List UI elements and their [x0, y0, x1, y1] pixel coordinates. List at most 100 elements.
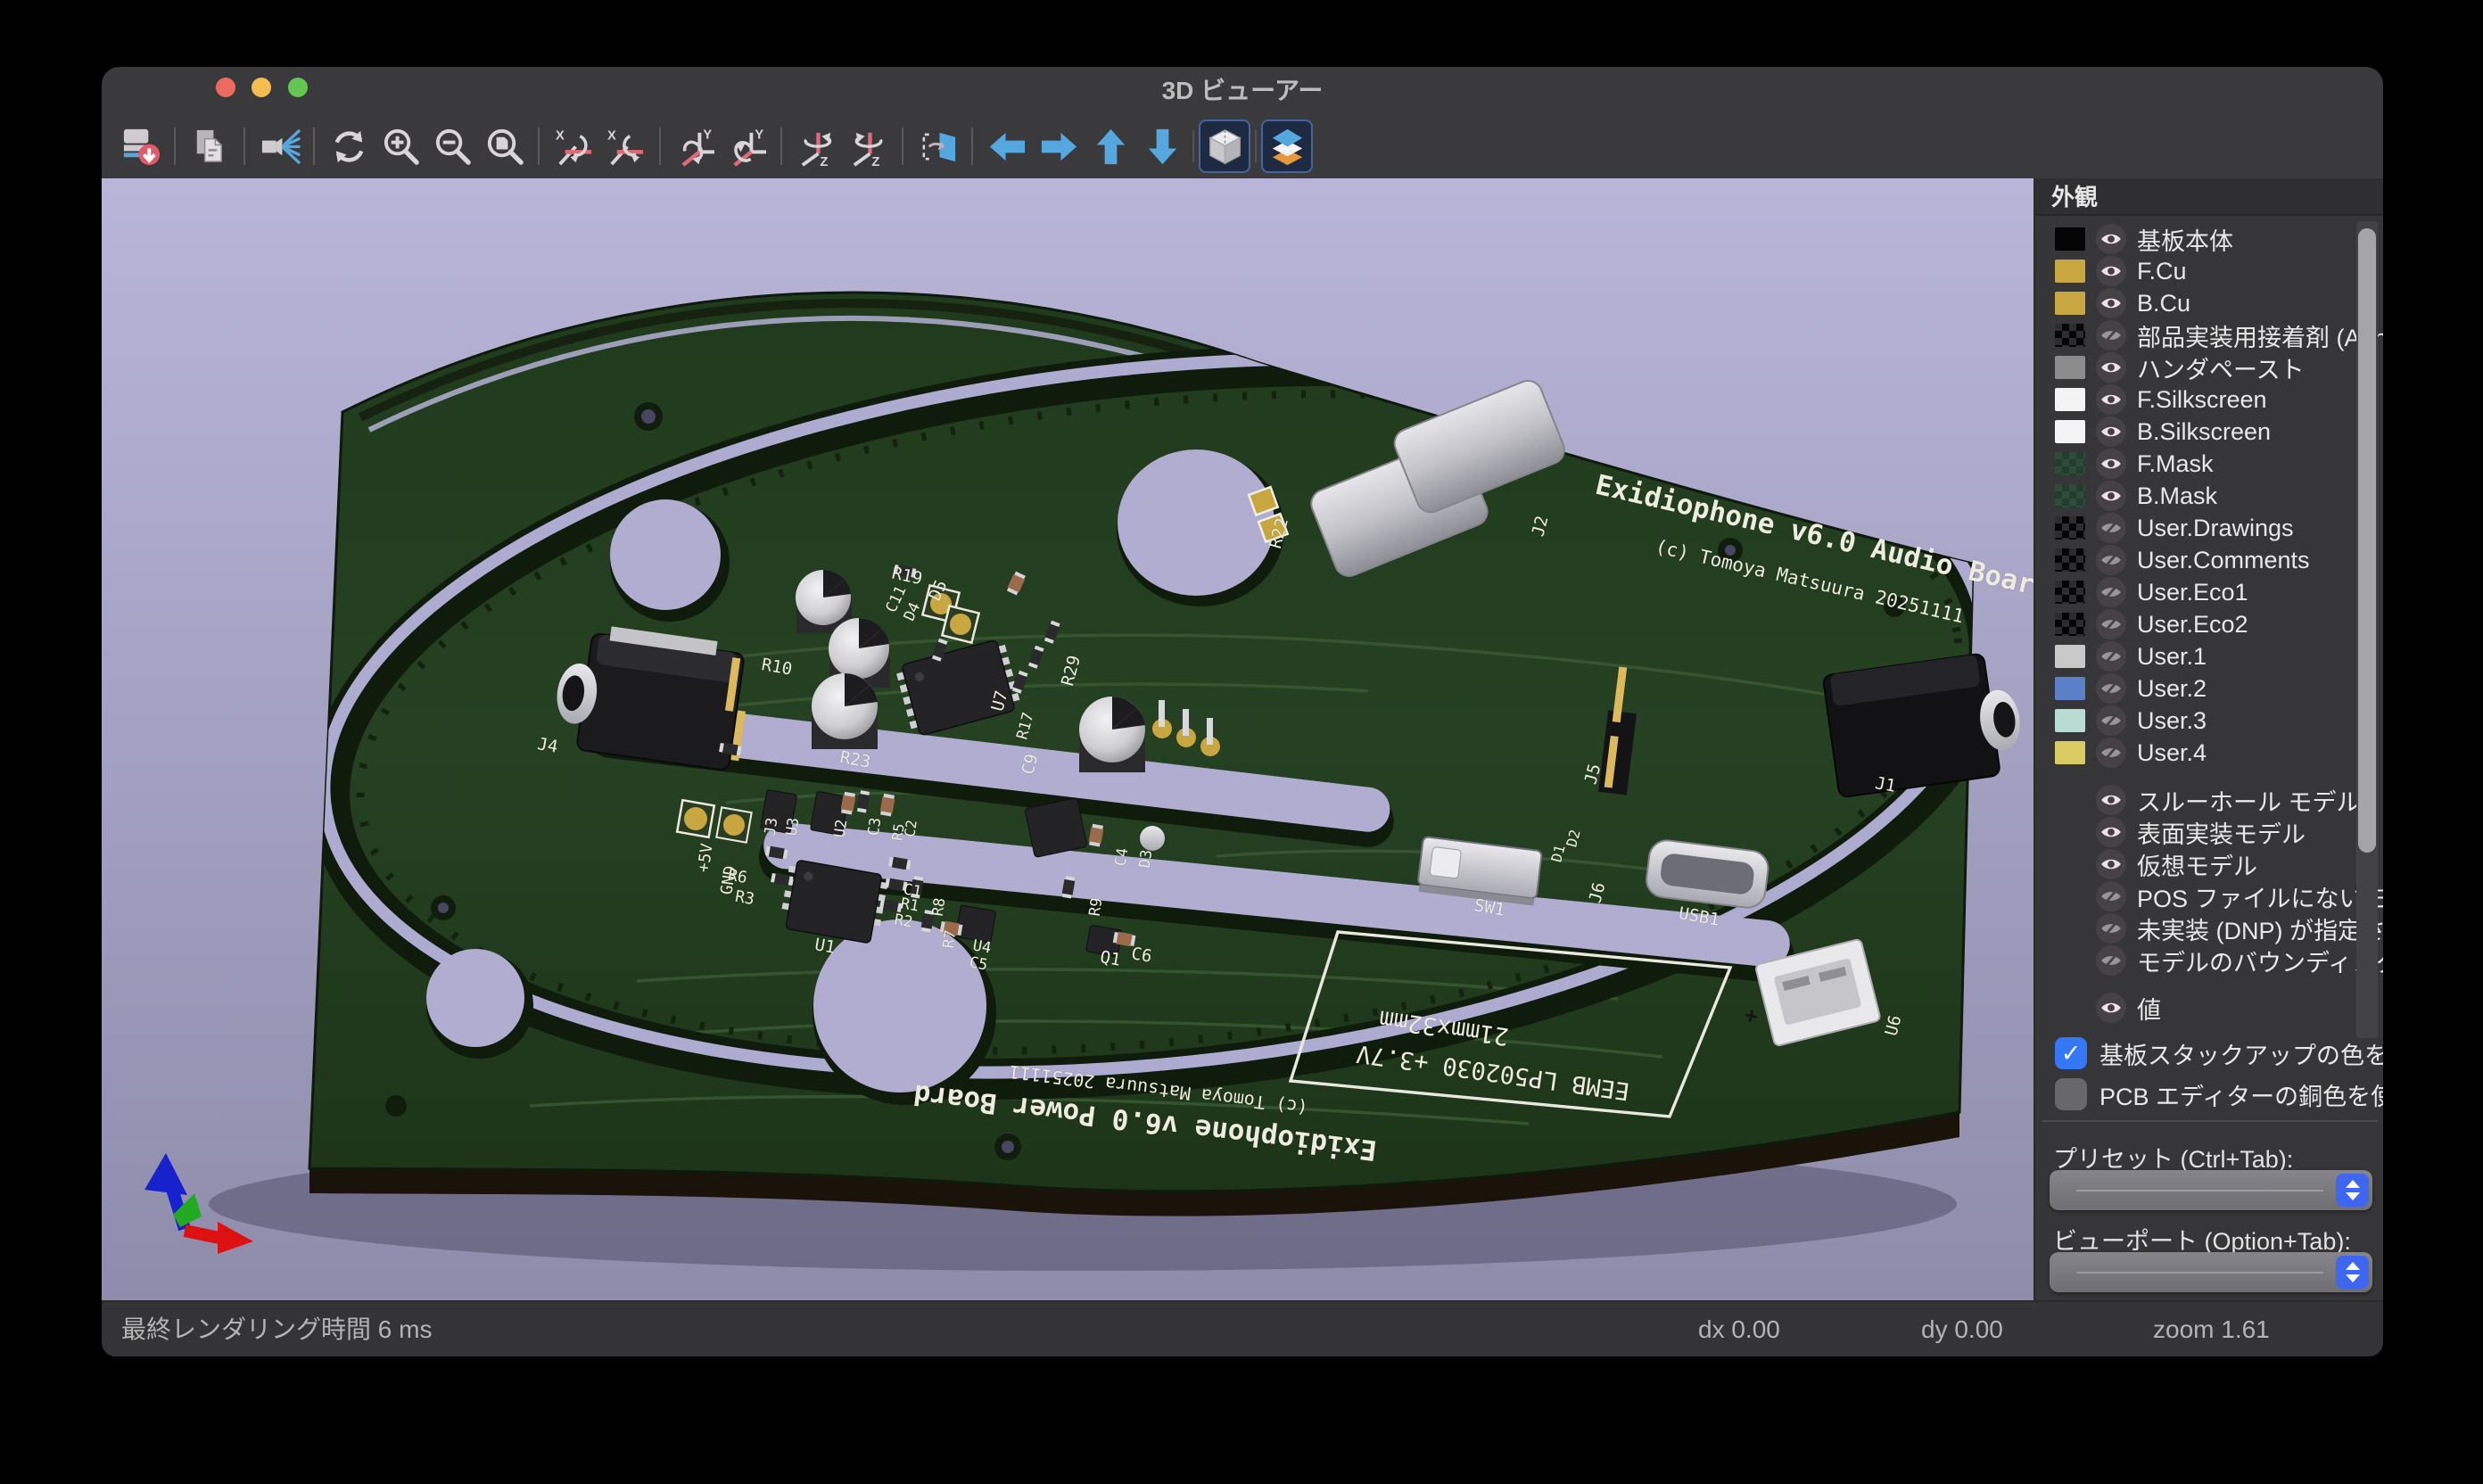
visibility-eye-toggle[interactable] — [2096, 449, 2126, 479]
zoom-out-button[interactable] — [426, 120, 478, 173]
rotate-y-clockwise-button[interactable] — [669, 120, 721, 173]
layer-row[interactable]: 未実装 (DNP) が指定され — [2035, 912, 2383, 944]
pan-down-button[interactable] — [1136, 120, 1188, 173]
visibility-eye-toggle[interactable] — [2096, 785, 2126, 815]
layer-row[interactable]: F.Mask — [2035, 448, 2383, 480]
layer-color-swatch[interactable] — [2055, 484, 2085, 507]
visibility-eye-toggle[interactable] — [2096, 416, 2126, 447]
flip-board-button[interactable] — [912, 120, 963, 173]
visibility-eye-toggle[interactable] — [2096, 881, 2126, 911]
layer-row[interactable]: F.Silkscreen — [2035, 383, 2383, 416]
render-raytracing-button[interactable] — [253, 120, 305, 173]
rotate-z-clockwise-button[interactable] — [790, 120, 842, 173]
layer-row[interactable]: 値 — [2035, 992, 2383, 1024]
layer-row[interactable]: B.Cu — [2035, 287, 2383, 319]
export-board-image-button[interactable] — [114, 120, 166, 173]
copy-image-button[interactable] — [184, 120, 235, 173]
dropdown-stepper-icon[interactable] — [2336, 1256, 2369, 1289]
visibility-eye-toggle[interactable] — [2096, 673, 2126, 704]
checkbox-row[interactable]: ✓ PCB エディターの銅色を使用 — [2035, 1074, 2383, 1115]
rotate-x-counterclockwise-button[interactable] — [599, 120, 651, 173]
layer-row[interactable]: モデルのバウンディング — [2035, 944, 2383, 977]
layer-row[interactable]: User.4 — [2035, 737, 2383, 769]
checkbox[interactable]: ✓ — [2055, 1078, 2087, 1110]
visibility-eye-toggle[interactable] — [2096, 849, 2126, 879]
visibility-eye-toggle[interactable] — [2096, 913, 2126, 944]
zoom-to-fit-button[interactable] — [478, 120, 530, 173]
layer-row[interactable]: POS ファイルにないモデ — [2035, 880, 2383, 912]
visibility-eye-toggle[interactable] — [2096, 513, 2126, 543]
pan-up-button[interactable] — [1085, 120, 1136, 173]
visibility-eye-toggle[interactable] — [2096, 256, 2126, 286]
visibility-eye-toggle[interactable] — [2096, 481, 2126, 511]
zoom-window-button[interactable] — [288, 78, 308, 97]
layer-color-swatch[interactable] — [2055, 645, 2085, 668]
visibility-eye-toggle[interactable] — [2096, 738, 2126, 768]
viewport-dropdown[interactable] — [2050, 1252, 2372, 1292]
layer-color-swatch[interactable] — [2055, 260, 2085, 283]
visibility-eye-toggle[interactable] — [2096, 577, 2126, 607]
layer-row[interactable]: 基板本体 — [2035, 223, 2383, 255]
layer-row[interactable]: User.3 — [2035, 705, 2383, 737]
pan-left-button[interactable] — [981, 120, 1033, 173]
layer-color-swatch[interactable] — [2055, 324, 2085, 347]
layer-color-swatch[interactable] — [2055, 677, 2085, 700]
layer-row[interactable]: F.Cu — [2035, 255, 2383, 287]
rotate-z-counterclockwise-button[interactable] — [842, 120, 894, 173]
visibility-eye-toggle[interactable] — [2096, 288, 2126, 318]
layer-color-swatch[interactable] — [2055, 548, 2085, 572]
zoom-in-button[interactable] — [375, 120, 426, 173]
layer-color-swatch[interactable] — [2055, 356, 2085, 379]
visibility-eye-toggle[interactable] — [2096, 945, 2126, 976]
rotate-x-clockwise-button[interactable] — [548, 120, 599, 173]
layer-color-swatch[interactable] — [2055, 420, 2085, 443]
layer-row[interactable]: B.Silkscreen — [2035, 416, 2383, 448]
close-window-button[interactable] — [216, 78, 235, 97]
minimize-window-button[interactable] — [252, 78, 271, 97]
layer-row[interactable]: User.Eco1 — [2035, 576, 2383, 608]
visibility-eye-toggle[interactable] — [2096, 705, 2126, 736]
visibility-eye-toggle[interactable] — [2096, 993, 2126, 1023]
layer-row[interactable]: User.2 — [2035, 672, 2383, 705]
rotate-y-counterclockwise-button[interactable] — [721, 120, 772, 173]
layer-row[interactable]: B.Mask — [2035, 480, 2383, 512]
visibility-eye-toggle[interactable] — [2096, 384, 2126, 415]
refresh-view-button[interactable] — [323, 120, 375, 173]
visibility-eye-toggle[interactable] — [2096, 817, 2126, 847]
checkbox[interactable]: ✓ — [2055, 1037, 2087, 1069]
pan-right-button[interactable] — [1033, 120, 1085, 173]
checkbox-row[interactable]: ✓ 基板スタックアップの色を使用 — [2035, 1033, 2383, 1074]
dropdown-stepper-icon[interactable] — [2336, 1174, 2369, 1207]
layer-row[interactable]: ハンダペースト — [2035, 351, 2383, 383]
layer-color-swatch[interactable] — [2055, 613, 2085, 636]
layer-color-swatch[interactable] — [2055, 227, 2085, 251]
visibility-eye-toggle[interactable] — [2096, 641, 2126, 672]
layer-color-swatch[interactable] — [2055, 741, 2085, 764]
orthographic-projection-toggle[interactable] — [1199, 120, 1250, 173]
layer-row[interactable]: User.Eco2 — [2035, 608, 2383, 640]
layer-color-swatch[interactable] — [2055, 709, 2085, 732]
visibility-eye-toggle[interactable] — [2096, 224, 2126, 254]
layer-color-swatch[interactable] — [2055, 581, 2085, 604]
layer-row[interactable]: User.Drawings — [2035, 512, 2383, 544]
eye-visible-icon — [2099, 820, 2123, 844]
layer-row[interactable]: 表面実装モデル — [2035, 816, 2383, 848]
layer-row[interactable]: スルーホール モデル — [2035, 784, 2383, 816]
layer-color-swatch[interactable] — [2055, 452, 2085, 475]
layer-row[interactable]: User.1 — [2035, 640, 2383, 672]
show-layers-toggle[interactable] — [1261, 120, 1313, 173]
visibility-eye-toggle[interactable] — [2096, 609, 2126, 639]
layer-row[interactable]: User.Comments — [2035, 544, 2383, 576]
3d-viewport-canvas[interactable]: + — [102, 178, 2033, 1300]
preset-dropdown[interactable] — [2050, 1170, 2372, 1210]
visibility-eye-toggle[interactable] — [2096, 352, 2126, 383]
layer-color-swatch[interactable] — [2055, 388, 2085, 411]
layer-row[interactable]: 部品実装用接着剤 (Adh — [2035, 319, 2383, 351]
layer-color-swatch[interactable] — [2055, 516, 2085, 540]
visibility-eye-toggle[interactable] — [2096, 320, 2126, 350]
visibility-eye-toggle[interactable] — [2096, 545, 2126, 575]
layer-color-swatch[interactable] — [2055, 292, 2085, 315]
title-bar[interactable]: 3D ビューアー — [102, 67, 2383, 114]
layer-row[interactable]: 仮想モデル — [2035, 848, 2383, 880]
panel-scrollbar-thumb[interactable] — [2358, 228, 2376, 853]
